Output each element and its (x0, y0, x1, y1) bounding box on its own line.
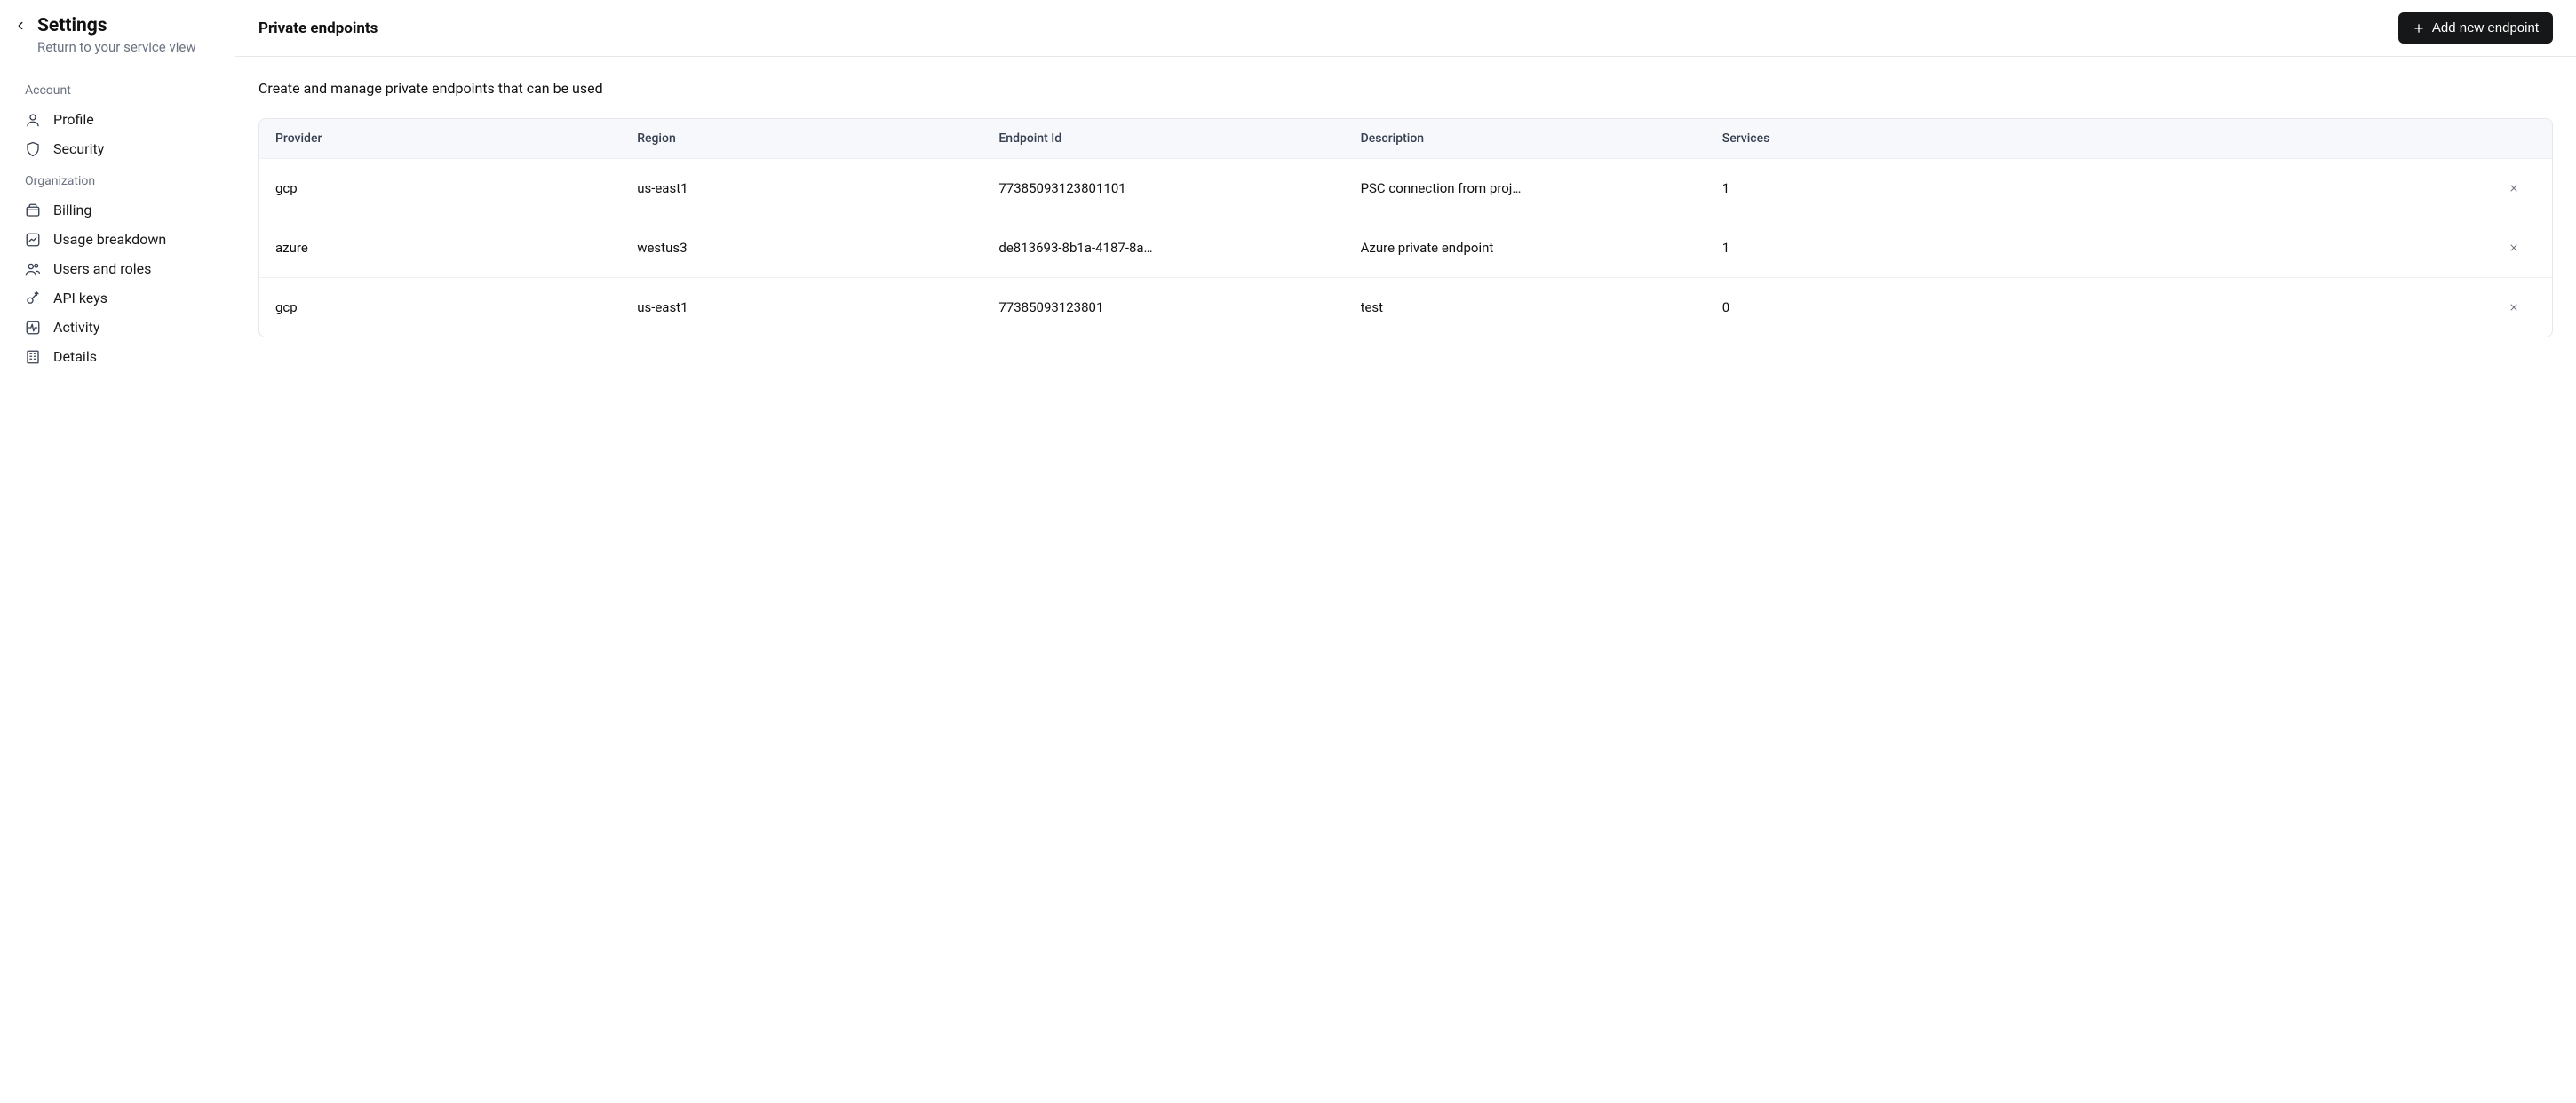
sidebar-item-label: Billing (53, 202, 91, 218)
cell-provider: gcp (275, 299, 637, 315)
close-icon (2508, 242, 2519, 253)
plus-icon (2413, 22, 2425, 35)
sidebar-item-security[interactable]: Security (0, 134, 235, 163)
back-button[interactable] (14, 20, 28, 34)
chart-icon (25, 232, 41, 248)
sidebar-item-label: Security (53, 140, 104, 157)
sidebar-item-billing[interactable]: Billing (0, 195, 235, 225)
add-endpoint-label: Add new endpoint (2432, 20, 2539, 36)
sidebar-item-activity[interactable]: Activity (0, 313, 235, 342)
col-header-endpoint-id: Endpoint Id (998, 131, 1360, 146)
cell-services: 0 (1722, 299, 2084, 315)
cell-region: us-east1 (637, 299, 998, 315)
chevron-left-icon (14, 20, 27, 32)
table-header: Provider Region Endpoint Id Description … (259, 119, 2552, 158)
col-header-provider: Provider (275, 131, 637, 146)
col-header-services: Services (1722, 131, 2084, 146)
sidebar-section-account: Account (0, 73, 235, 105)
sidebar-item-label: API keys (53, 290, 107, 306)
sidebar-item-label: Details (53, 348, 97, 365)
close-icon (2508, 183, 2519, 194)
cell-description: PSC connection from proj… (1361, 180, 1722, 196)
add-endpoint-button[interactable]: Add new endpoint (2398, 12, 2553, 44)
col-header-region: Region (637, 131, 998, 146)
cell-endpoint-id: 77385093123801 (998, 299, 1360, 315)
sidebar-title: Settings (37, 14, 196, 38)
sidebar-item-label: Activity (53, 319, 99, 336)
cell-description: test (1361, 299, 1722, 315)
sidebar-section-organization: Organization (0, 163, 235, 195)
cell-services: 1 (1722, 240, 2084, 256)
delete-endpoint-button[interactable] (2506, 180, 2522, 196)
table-row: gcp us-east1 77385093123801101 PSC conne… (259, 158, 2552, 218)
cell-region: westus3 (637, 240, 998, 256)
table-row: azure westus3 de813693-8b1a-4187-8a… Azu… (259, 218, 2552, 277)
close-icon (2508, 302, 2519, 313)
main-content: Private endpoints Add new endpoint Creat… (235, 0, 2576, 1103)
sidebar-item-details[interactable]: Details (0, 342, 235, 371)
cell-provider: azure (275, 240, 637, 256)
users-icon (25, 261, 41, 277)
cell-provider: gcp (275, 180, 637, 196)
shield-icon (25, 141, 41, 157)
sidebar-item-label: Usage breakdown (53, 231, 166, 248)
sidebar-subtitle[interactable]: Return to your service view (37, 38, 196, 57)
page-description: Create and manage private endpoints that… (258, 80, 2553, 97)
user-icon (25, 112, 41, 128)
sidebar-header: Settings Return to your service view (0, 12, 235, 73)
sidebar-item-api-keys[interactable]: API keys (0, 283, 235, 313)
delete-endpoint-button[interactable] (2506, 299, 2522, 315)
building-icon (25, 349, 41, 365)
cell-endpoint-id: de813693-8b1a-4187-8a… (998, 240, 1360, 256)
cell-services: 1 (1722, 180, 2084, 196)
sidebar: Settings Return to your service view Acc… (0, 0, 235, 1103)
wallet-icon (25, 202, 41, 218)
key-icon (25, 290, 41, 306)
sidebar-item-label: Profile (53, 111, 94, 128)
sidebar-item-label: Users and roles (53, 260, 151, 277)
cell-description: Azure private endpoint (1361, 240, 1722, 256)
endpoints-table: Provider Region Endpoint Id Description … (258, 118, 2553, 337)
cell-region: us-east1 (637, 180, 998, 196)
sidebar-item-users[interactable]: Users and roles (0, 254, 235, 283)
delete-endpoint-button[interactable] (2506, 240, 2522, 256)
sidebar-item-usage[interactable]: Usage breakdown (0, 225, 235, 254)
table-row: gcp us-east1 77385093123801 test 0 (259, 277, 2552, 337)
topbar: Private endpoints Add new endpoint (235, 0, 2576, 57)
col-header-description: Description (1361, 131, 1722, 146)
sidebar-item-profile[interactable]: Profile (0, 105, 235, 134)
page-title: Private endpoints (258, 20, 378, 37)
activity-icon (25, 320, 41, 336)
cell-endpoint-id: 77385093123801101 (998, 180, 1360, 196)
